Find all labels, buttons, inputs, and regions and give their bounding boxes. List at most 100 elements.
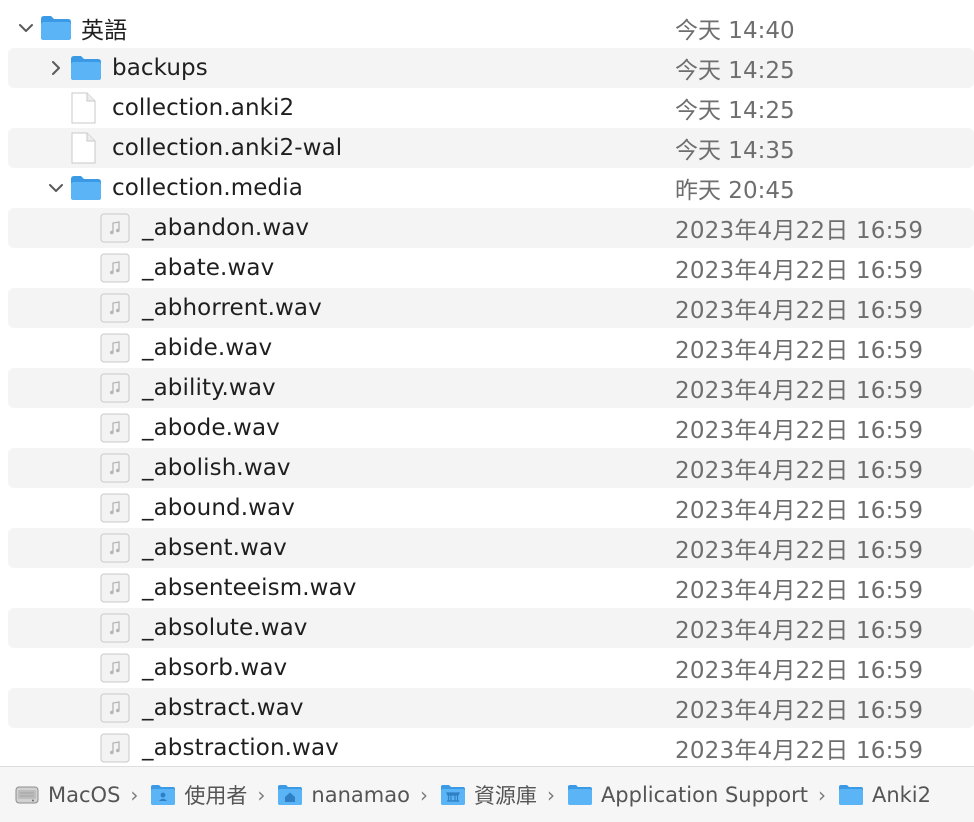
folder-icon [567,784,593,806]
file-name: 英語 [81,18,128,44]
path-separator: › [546,782,555,807]
path-crumb-users[interactable]: 使用者 [150,780,247,810]
file-name: _ability.wav [142,375,276,401]
audio-file-icon [100,693,130,723]
list-item-audio[interactable]: _abstraction.wav 2023年4月22日 16:59 [8,728,974,768]
file-name: _absenteeism.wav [142,575,357,601]
modified-date: 2023年4月22日 16:59 [675,458,924,484]
modified-date: 2023年4月22日 16:59 [675,498,924,524]
document-icon [70,132,96,164]
audio-file-icon [100,573,130,603]
audio-file-icon [100,253,130,283]
path-crumb-label: 使用者 [184,783,248,808]
path-separator: › [817,782,826,807]
list-item-audio[interactable]: _abound.wav 2023年4月22日 16:59 [8,488,974,528]
list-item-audio[interactable]: _abode.wav 2023年4月22日 16:59 [8,408,974,448]
audio-file-icon [100,213,130,243]
file-name: _abode.wav [142,415,280,441]
list-item-file[interactable]: collection.anki2 今天 14:25 [8,88,974,128]
modified-date: 今天 14:25 [675,98,795,124]
file-name: _absent.wav [142,535,287,561]
file-name: backups [112,55,208,81]
list-item-folder-english[interactable]: 英語 今天 14:40 [8,8,974,48]
modified-date: 今天 14:25 [675,58,795,84]
path-crumb-macos[interactable]: MacOS [14,782,120,808]
file-list: 英語 今天 14:40 backups 今天 14:25 collection.… [0,8,974,768]
list-item-audio[interactable]: _abhorrent.wav 2023年4月22日 16:59 [8,288,974,328]
modified-date: 2023年4月22日 16:59 [675,538,924,564]
modified-date: 2023年4月22日 16:59 [675,298,924,324]
list-item-audio[interactable]: _abandon.wav 2023年4月22日 16:59 [8,208,974,248]
folder-icon [40,15,72,41]
list-item-audio[interactable]: _absenteeism.wav 2023年4月22日 16:59 [8,568,974,608]
modified-date: 2023年4月22日 16:59 [675,578,924,604]
path-crumb-library[interactable]: 資源庫 [440,780,537,810]
audio-file-icon [100,613,130,643]
path-crumb-label: nanamao [311,782,410,807]
list-item-audio[interactable]: _abstract.wav 2023年4月22日 16:59 [8,688,974,728]
file-name: _abound.wav [142,495,295,521]
list-item-audio[interactable]: _abide.wav 2023年4月22日 16:59 [8,328,974,368]
file-name: _abandon.wav [142,215,310,241]
list-item-folder-backups[interactable]: backups 今天 14:25 [8,48,974,88]
modified-date: 2023年4月22日 16:59 [675,698,924,724]
document-icon [70,92,96,124]
path-separator: › [419,782,428,807]
modified-date: 今天 14:35 [675,138,795,164]
finder-window: 英語 今天 14:40 backups 今天 14:25 collection.… [0,0,974,822]
folder-icon [70,55,102,81]
path-bar: MacOS › 使用者 › nanamao › 資源庫 › Applicatio… [0,766,974,822]
audio-file-icon [100,413,130,443]
path-crumb-label: Anki2 [871,782,932,807]
file-name: collection.media [112,175,303,201]
modified-date: 2023年4月22日 16:59 [675,258,924,284]
audio-file-icon [100,373,130,403]
path-crumb-home[interactable]: nanamao [277,783,410,807]
library-folder-icon [440,784,466,806]
audio-file-icon [100,293,130,323]
modified-date: 2023年4月22日 16:59 [675,618,924,644]
audio-file-icon [100,493,130,523]
modified-date: 昨天 20:45 [675,178,795,204]
file-name: _abstract.wav [142,695,304,721]
path-crumb-label: MacOS [48,782,121,807]
path-crumb-application-support[interactable]: Application Support [567,783,808,807]
file-name: _abhorrent.wav [142,295,322,321]
path-crumb-anki2[interactable]: Anki2 [838,783,931,807]
hard-drive-icon [14,782,40,808]
file-name: _abate.wav [142,255,275,281]
modified-date: 2023年4月22日 16:59 [675,738,924,764]
modified-date: 2023年4月22日 16:59 [675,378,924,404]
folder-icon [70,175,102,201]
modified-date: 2023年4月22日 16:59 [675,658,924,684]
modified-date: 今天 14:40 [675,18,795,44]
list-item-audio[interactable]: _absorb.wav 2023年4月22日 16:59 [8,648,974,688]
chevron-down-icon[interactable] [16,18,36,38]
path-separator: › [130,782,139,807]
chevron-right-icon[interactable] [46,58,66,78]
chevron-down-icon[interactable] [46,178,66,198]
list-item-audio[interactable]: _abate.wav 2023年4月22日 16:59 [8,248,974,288]
audio-file-icon [100,733,130,763]
file-name: _abolish.wav [142,455,291,481]
modified-date: 2023年4月22日 16:59 [675,418,924,444]
list-item-audio[interactable]: _absent.wav 2023年4月22日 16:59 [8,528,974,568]
file-name: _abide.wav [142,335,273,361]
modified-date: 2023年4月22日 16:59 [675,338,924,364]
list-item-file[interactable]: collection.anki2-wal 今天 14:35 [8,128,974,168]
path-crumb-label: 資源庫 [473,783,537,808]
list-item-audio[interactable]: _absolute.wav 2023年4月22日 16:59 [8,608,974,648]
audio-file-icon [100,533,130,563]
file-name: _absolute.wav [142,615,308,641]
audio-file-icon [100,653,130,683]
path-separator: › [257,782,266,807]
file-name: _absorb.wav [142,655,288,681]
list-item-folder-collection-media[interactable]: collection.media 昨天 20:45 [8,168,974,208]
home-folder-icon [277,784,303,806]
folder-icon [838,784,864,806]
file-name: collection.anki2 [112,95,295,121]
file-name: _abstraction.wav [142,735,339,761]
list-item-audio[interactable]: _abolish.wav 2023年4月22日 16:59 [8,448,974,488]
list-item-audio[interactable]: _ability.wav 2023年4月22日 16:59 [8,368,974,408]
users-folder-icon [150,784,176,806]
